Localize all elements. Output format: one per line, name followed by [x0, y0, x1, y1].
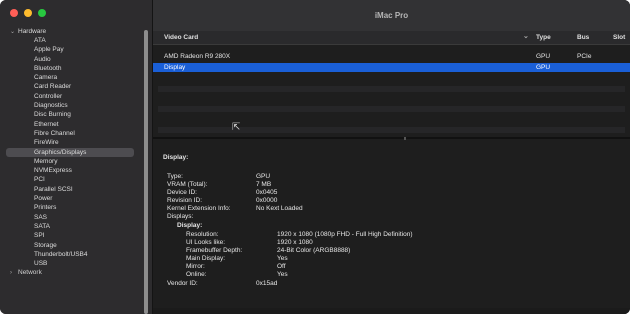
minimize-button[interactable] — [24, 9, 32, 17]
sidebar-item[interactable]: FireWire — [0, 138, 140, 147]
sidebar-item[interactable]: Storage — [0, 241, 140, 250]
field-key: Device ID: — [167, 189, 197, 196]
display-group-title: Display: — [177, 222, 203, 229]
row-type: GPU — [536, 64, 551, 71]
zoom-button[interactable] — [38, 9, 46, 17]
chevron-right-icon[interactable]: › — [10, 270, 18, 276]
field-key: Revision ID: — [167, 197, 203, 204]
sidebar-section-network[interactable]: › Network — [0, 268, 140, 277]
column-header-video-card[interactable]: Video Card — [164, 34, 198, 41]
column-header-bus[interactable]: Bus — [577, 34, 589, 41]
sidebar-section-label: Hardware — [18, 28, 47, 35]
sidebar-tree: ⌄ Hardware ATA Apple Pay Audio Bluetooth Cam… — [0, 27, 140, 277]
field-key: UI Looks like: — [186, 239, 226, 246]
empty-row — [158, 106, 625, 112]
system-information-window: ⌄ Hardware ATA Apple Pay Audio Bluetooth Cam… — [0, 0, 630, 314]
field-value: 0x0000 — [256, 197, 278, 204]
sidebar-item[interactable]: NVMExpress — [0, 166, 140, 175]
sidebar-item[interactable]: PCI — [0, 175, 140, 184]
window-controls — [10, 9, 46, 17]
sidebar-item[interactable]: SAS — [0, 213, 140, 222]
sidebar-item[interactable]: Power — [0, 194, 140, 203]
main-pane: iMac Pro Video Card ⌄ Type Bus Slot AMD … — [153, 0, 630, 314]
row-type: GPU — [536, 53, 551, 60]
sidebar-item[interactable]: Audio — [0, 55, 140, 64]
sidebar-item[interactable]: Memory — [0, 157, 140, 166]
column-header-type[interactable]: Type — [536, 34, 551, 41]
field-value: Off — [277, 263, 286, 270]
sidebar-item[interactable]: Fibre Channel — [0, 129, 140, 138]
empty-row — [158, 86, 625, 92]
table-row-selected[interactable]: Display GPU — [153, 63, 630, 72]
sidebar-item[interactable]: Thunderbolt/USB4 — [0, 250, 140, 259]
sidebar-item[interactable]: SATA — [0, 222, 140, 231]
sidebar-item[interactable]: Parallel SCSI — [0, 185, 140, 194]
field-key: Resolution: — [186, 231, 219, 238]
field-value: 7 MB — [256, 181, 272, 188]
sidebar-item[interactable]: Diagnostics — [0, 101, 140, 110]
table-row[interactable]: AMD Radeon R9 280X GPU PCIe — [153, 52, 630, 61]
mouse-pointer-icon: ⇱ — [232, 122, 241, 133]
field-key: Type: — [167, 173, 183, 180]
chevron-down-icon[interactable]: ⌄ — [10, 28, 18, 35]
field-key: VRAM (Total): — [167, 181, 208, 188]
row-bus: PCIe — [577, 53, 592, 60]
sidebar-item[interactable]: Bluetooth — [0, 64, 140, 73]
field-value: 0x15ad — [256, 280, 278, 287]
sidebar-item[interactable]: Card Reader — [0, 82, 140, 91]
field-key: Mirror: — [186, 263, 205, 270]
field-key: Online: — [186, 271, 207, 278]
sort-chevron-icon[interactable]: ⌄ — [523, 32, 529, 40]
sidebar-item[interactable]: Apple Pay — [0, 45, 140, 54]
detail-pane: Display: Type: GPU VRAM (Total): 7 MB De… — [153, 140, 630, 314]
field-value: Yes — [277, 255, 288, 262]
field-value: GPU — [256, 173, 271, 180]
sidebar-item[interactable]: Camera — [0, 73, 140, 82]
sidebar-item[interactable]: ATA — [0, 36, 140, 45]
sidebar-item[interactable]: Graphics/Displays — [6, 147, 134, 157]
sidebar-item[interactable]: Printers — [0, 203, 140, 212]
detail-title: Display: — [163, 154, 189, 161]
sidebar-item[interactable]: Controller — [0, 92, 140, 101]
table-header: Video Card ⌄ Type Bus Slot — [153, 31, 630, 45]
empty-row — [158, 127, 625, 133]
column-header-slot[interactable]: Slot — [613, 34, 625, 41]
field-value: 0x0405 — [256, 189, 278, 196]
field-value: Yes — [277, 271, 288, 278]
sidebar-section-label: Network — [18, 269, 42, 277]
field-key: Framebuffer Depth: — [186, 247, 243, 254]
sidebar-item[interactable]: Ethernet — [0, 120, 140, 129]
field-key: Displays: — [167, 213, 194, 220]
sidebar-scrollbar[interactable] — [144, 30, 148, 314]
field-key: Vendor ID: — [167, 280, 198, 287]
horizontal-scrollbar[interactable] — [153, 308, 630, 314]
field-value: No Kext Loaded — [256, 205, 303, 212]
field-value: 1920 x 1080 (1080p FHD - Full High Defin… — [277, 231, 413, 238]
sidebar-item[interactable]: SPI — [0, 231, 140, 240]
row-name: AMD Radeon R9 280X — [164, 53, 231, 60]
field-key: Main Display: — [186, 255, 226, 262]
sidebar-section-hardware[interactable]: ⌄ Hardware — [0, 27, 140, 36]
field-value: 24-Bit Color (ARGB8888) — [277, 247, 351, 254]
sidebar-item[interactable]: USB — [0, 259, 140, 268]
close-button[interactable] — [10, 9, 18, 17]
field-key: Kernel Extension Info: — [167, 205, 231, 212]
sidebar: ⌄ Hardware ATA Apple Pay Audio Bluetooth Cam… — [0, 0, 153, 314]
window-title: iMac Pro — [153, 0, 630, 32]
split-divider[interactable] — [153, 137, 630, 139]
sidebar-item[interactable]: Disc Burning — [0, 110, 140, 119]
field-value: 1920 x 1080 — [277, 239, 313, 246]
row-name: Display — [164, 64, 186, 71]
